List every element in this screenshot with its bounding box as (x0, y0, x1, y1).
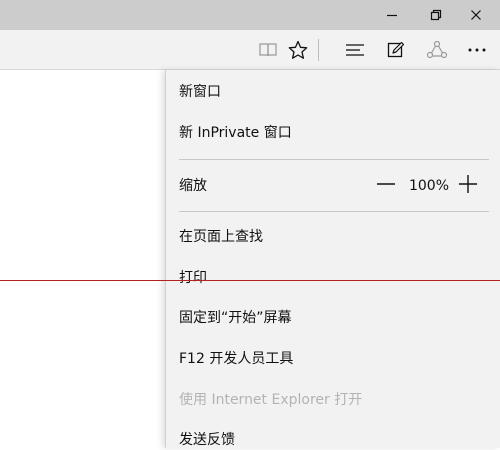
favorite-star-icon (288, 40, 308, 60)
web-note-button[interactable] (379, 30, 413, 69)
hub-button[interactable] (338, 30, 372, 69)
minimize-button[interactable] (374, 0, 410, 30)
share-icon (426, 40, 448, 60)
reading-view-button[interactable] (251, 30, 285, 69)
zoom-label: 缩放 (179, 178, 207, 194)
title-bar (0, 0, 500, 30)
zoom-out-button[interactable] (372, 172, 400, 200)
favorite-button[interactable] (281, 30, 315, 69)
menu-item-new-inprivate-window[interactable]: 新 InPrivate 窗口 (179, 123, 292, 143)
web-note-icon (387, 41, 405, 59)
menu-item-print[interactable]: 打印 (179, 268, 207, 288)
share-button[interactable] (420, 30, 454, 69)
more-icon (467, 47, 487, 53)
menu-separator (179, 211, 489, 212)
menu-item-f12-developer-tools[interactable]: F12 开发人员工具 (179, 349, 293, 369)
close-button[interactable] (458, 0, 494, 30)
menu-item-send-feedback[interactable]: 发送反馈 (179, 430, 235, 450)
menu-item-open-with-internet-explorer: 使用 Internet Explorer 打开 (179, 392, 363, 408)
minus-icon (376, 174, 396, 198)
accent-line (0, 280, 500, 281)
plus-icon (458, 174, 478, 198)
hub-icon (345, 42, 365, 58)
menu-item-new-window[interactable]: 新窗口 (179, 82, 221, 102)
zoom-in-button[interactable] (454, 172, 482, 200)
menu-separator (179, 159, 489, 160)
more-actions-menu: 新窗口 新 InPrivate 窗口 缩放 100% 在页面上查找 打印 固定到… (165, 70, 500, 448)
menu-item-find-on-page[interactable]: 在页面上查找 (179, 227, 263, 247)
restore-button[interactable] (418, 0, 454, 30)
page-content[interactable] (0, 70, 170, 448)
minimize-icon (386, 9, 398, 21)
menu-item-pin-to-start[interactable]: 固定到“开始”屏幕 (179, 308, 292, 328)
browser-toolbar (0, 30, 500, 70)
restore-icon (430, 9, 442, 21)
reading-view-icon (258, 41, 278, 59)
toolbar-separator (318, 39, 319, 61)
zoom-value: 100% (408, 178, 450, 194)
close-icon (470, 9, 482, 21)
more-button[interactable] (460, 30, 494, 69)
